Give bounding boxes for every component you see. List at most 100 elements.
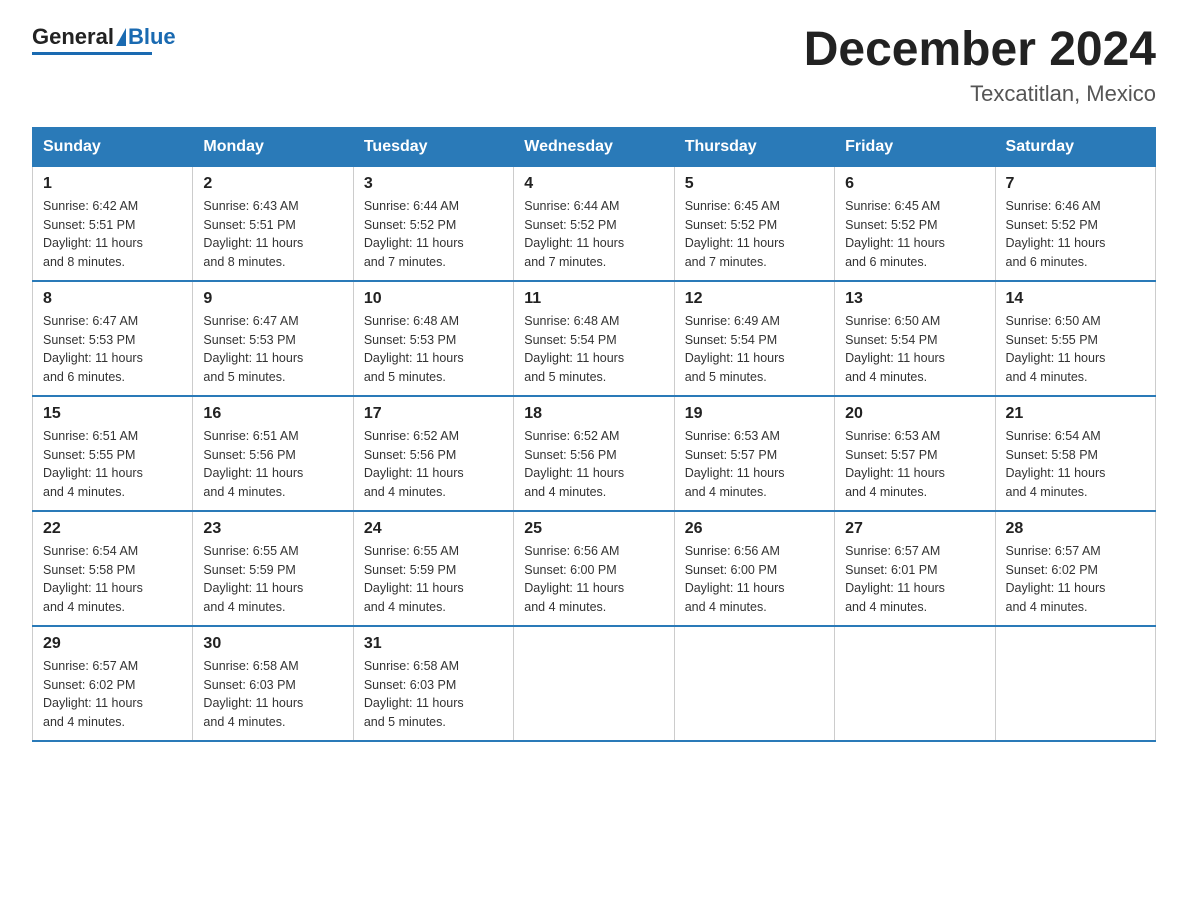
calendar-cell: 1 Sunrise: 6:42 AM Sunset: 5:51 PM Dayli…	[33, 166, 193, 281]
calendar-cell: 20 Sunrise: 6:53 AM Sunset: 5:57 PM Dayl…	[835, 396, 995, 511]
calendar-cell: 23 Sunrise: 6:55 AM Sunset: 5:59 PM Dayl…	[193, 511, 353, 626]
day-info: Sunrise: 6:52 AM Sunset: 5:56 PM Dayligh…	[364, 427, 503, 502]
day-number: 26	[685, 520, 824, 538]
day-info: Sunrise: 6:51 AM Sunset: 5:55 PM Dayligh…	[43, 427, 182, 502]
day-number: 23	[203, 520, 342, 538]
calendar-cell: 18 Sunrise: 6:52 AM Sunset: 5:56 PM Dayl…	[514, 396, 674, 511]
calendar-week-1: 1 Sunrise: 6:42 AM Sunset: 5:51 PM Dayli…	[33, 166, 1156, 281]
day-number: 11	[524, 290, 663, 308]
calendar-cell: 7 Sunrise: 6:46 AM Sunset: 5:52 PM Dayli…	[995, 166, 1155, 281]
day-number: 19	[685, 405, 824, 423]
day-number: 30	[203, 635, 342, 653]
calendar-cell: 9 Sunrise: 6:47 AM Sunset: 5:53 PM Dayli…	[193, 281, 353, 396]
calendar-cell	[514, 626, 674, 741]
day-info: Sunrise: 6:57 AM Sunset: 6:02 PM Dayligh…	[43, 657, 182, 732]
weekday-header-saturday: Saturday	[995, 127, 1155, 166]
day-number: 21	[1006, 405, 1145, 423]
day-info: Sunrise: 6:50 AM Sunset: 5:55 PM Dayligh…	[1006, 312, 1145, 387]
day-info: Sunrise: 6:48 AM Sunset: 5:54 PM Dayligh…	[524, 312, 663, 387]
calendar-week-5: 29 Sunrise: 6:57 AM Sunset: 6:02 PM Dayl…	[33, 626, 1156, 741]
calendar-header: SundayMondayTuesdayWednesdayThursdayFrid…	[33, 127, 1156, 166]
day-number: 13	[845, 290, 984, 308]
day-info: Sunrise: 6:56 AM Sunset: 6:00 PM Dayligh…	[524, 542, 663, 617]
day-info: Sunrise: 6:47 AM Sunset: 5:53 PM Dayligh…	[203, 312, 342, 387]
day-number: 22	[43, 520, 182, 538]
day-number: 17	[364, 405, 503, 423]
calendar-cell: 16 Sunrise: 6:51 AM Sunset: 5:56 PM Dayl…	[193, 396, 353, 511]
day-info: Sunrise: 6:47 AM Sunset: 5:53 PM Dayligh…	[43, 312, 182, 387]
day-info: Sunrise: 6:57 AM Sunset: 6:01 PM Dayligh…	[845, 542, 984, 617]
weekday-header-friday: Friday	[835, 127, 995, 166]
day-number: 16	[203, 405, 342, 423]
weekday-header-thursday: Thursday	[674, 127, 834, 166]
calendar-cell: 29 Sunrise: 6:57 AM Sunset: 6:02 PM Dayl…	[33, 626, 193, 741]
calendar-cell: 26 Sunrise: 6:56 AM Sunset: 6:00 PM Dayl…	[674, 511, 834, 626]
day-info: Sunrise: 6:55 AM Sunset: 5:59 PM Dayligh…	[203, 542, 342, 617]
day-number: 2	[203, 175, 342, 193]
calendar-cell: 28 Sunrise: 6:57 AM Sunset: 6:02 PM Dayl…	[995, 511, 1155, 626]
weekday-row: SundayMondayTuesdayWednesdayThursdayFrid…	[33, 127, 1156, 166]
day-info: Sunrise: 6:44 AM Sunset: 5:52 PM Dayligh…	[364, 197, 503, 272]
day-info: Sunrise: 6:51 AM Sunset: 5:56 PM Dayligh…	[203, 427, 342, 502]
day-info: Sunrise: 6:58 AM Sunset: 6:03 PM Dayligh…	[203, 657, 342, 732]
day-number: 12	[685, 290, 824, 308]
calendar-subtitle: Texcatitlan, Mexico	[804, 81, 1156, 107]
page-header: General Blue December 2024 Texcatitlan, …	[32, 24, 1156, 107]
calendar-cell: 25 Sunrise: 6:56 AM Sunset: 6:00 PM Dayl…	[514, 511, 674, 626]
weekday-header-monday: Monday	[193, 127, 353, 166]
calendar-cell	[995, 626, 1155, 741]
calendar-cell: 8 Sunrise: 6:47 AM Sunset: 5:53 PM Dayli…	[33, 281, 193, 396]
day-number: 8	[43, 290, 182, 308]
day-info: Sunrise: 6:43 AM Sunset: 5:51 PM Dayligh…	[203, 197, 342, 272]
day-number: 4	[524, 175, 663, 193]
calendar-cell: 4 Sunrise: 6:44 AM Sunset: 5:52 PM Dayli…	[514, 166, 674, 281]
day-number: 31	[364, 635, 503, 653]
day-number: 18	[524, 405, 663, 423]
logo: General Blue	[32, 24, 176, 55]
day-number: 15	[43, 405, 182, 423]
day-number: 5	[685, 175, 824, 193]
logo-general-text: General	[32, 24, 114, 50]
calendar-cell: 22 Sunrise: 6:54 AM Sunset: 5:58 PM Dayl…	[33, 511, 193, 626]
day-number: 1	[43, 175, 182, 193]
calendar-cell: 12 Sunrise: 6:49 AM Sunset: 5:54 PM Dayl…	[674, 281, 834, 396]
day-info: Sunrise: 6:45 AM Sunset: 5:52 PM Dayligh…	[685, 197, 824, 272]
logo-blue-text: Blue	[128, 24, 176, 50]
day-number: 20	[845, 405, 984, 423]
calendar-cell: 13 Sunrise: 6:50 AM Sunset: 5:54 PM Dayl…	[835, 281, 995, 396]
day-number: 25	[524, 520, 663, 538]
calendar-cell: 14 Sunrise: 6:50 AM Sunset: 5:55 PM Dayl…	[995, 281, 1155, 396]
calendar-cell: 3 Sunrise: 6:44 AM Sunset: 5:52 PM Dayli…	[353, 166, 513, 281]
calendar-week-4: 22 Sunrise: 6:54 AM Sunset: 5:58 PM Dayl…	[33, 511, 1156, 626]
weekday-header-wednesday: Wednesday	[514, 127, 674, 166]
calendar-cell: 17 Sunrise: 6:52 AM Sunset: 5:56 PM Dayl…	[353, 396, 513, 511]
calendar-table: SundayMondayTuesdayWednesdayThursdayFrid…	[32, 127, 1156, 742]
day-info: Sunrise: 6:52 AM Sunset: 5:56 PM Dayligh…	[524, 427, 663, 502]
day-number: 28	[1006, 520, 1145, 538]
calendar-cell: 5 Sunrise: 6:45 AM Sunset: 5:52 PM Dayli…	[674, 166, 834, 281]
day-info: Sunrise: 6:58 AM Sunset: 6:03 PM Dayligh…	[364, 657, 503, 732]
calendar-cell: 21 Sunrise: 6:54 AM Sunset: 5:58 PM Dayl…	[995, 396, 1155, 511]
calendar-cell: 2 Sunrise: 6:43 AM Sunset: 5:51 PM Dayli…	[193, 166, 353, 281]
logo-underline	[32, 52, 152, 55]
day-number: 24	[364, 520, 503, 538]
day-info: Sunrise: 6:54 AM Sunset: 5:58 PM Dayligh…	[1006, 427, 1145, 502]
calendar-cell: 19 Sunrise: 6:53 AM Sunset: 5:57 PM Dayl…	[674, 396, 834, 511]
calendar-cell: 31 Sunrise: 6:58 AM Sunset: 6:03 PM Dayl…	[353, 626, 513, 741]
day-info: Sunrise: 6:42 AM Sunset: 5:51 PM Dayligh…	[43, 197, 182, 272]
calendar-cell: 15 Sunrise: 6:51 AM Sunset: 5:55 PM Dayl…	[33, 396, 193, 511]
weekday-header-tuesday: Tuesday	[353, 127, 513, 166]
day-info: Sunrise: 6:48 AM Sunset: 5:53 PM Dayligh…	[364, 312, 503, 387]
calendar-week-2: 8 Sunrise: 6:47 AM Sunset: 5:53 PM Dayli…	[33, 281, 1156, 396]
day-info: Sunrise: 6:53 AM Sunset: 5:57 PM Dayligh…	[685, 427, 824, 502]
day-info: Sunrise: 6:46 AM Sunset: 5:52 PM Dayligh…	[1006, 197, 1145, 272]
day-number: 14	[1006, 290, 1145, 308]
calendar-body: 1 Sunrise: 6:42 AM Sunset: 5:51 PM Dayli…	[33, 166, 1156, 741]
day-number: 9	[203, 290, 342, 308]
calendar-cell: 30 Sunrise: 6:58 AM Sunset: 6:03 PM Dayl…	[193, 626, 353, 741]
day-info: Sunrise: 6:44 AM Sunset: 5:52 PM Dayligh…	[524, 197, 663, 272]
day-number: 29	[43, 635, 182, 653]
calendar-week-3: 15 Sunrise: 6:51 AM Sunset: 5:55 PM Dayl…	[33, 396, 1156, 511]
day-info: Sunrise: 6:50 AM Sunset: 5:54 PM Dayligh…	[845, 312, 984, 387]
day-number: 10	[364, 290, 503, 308]
